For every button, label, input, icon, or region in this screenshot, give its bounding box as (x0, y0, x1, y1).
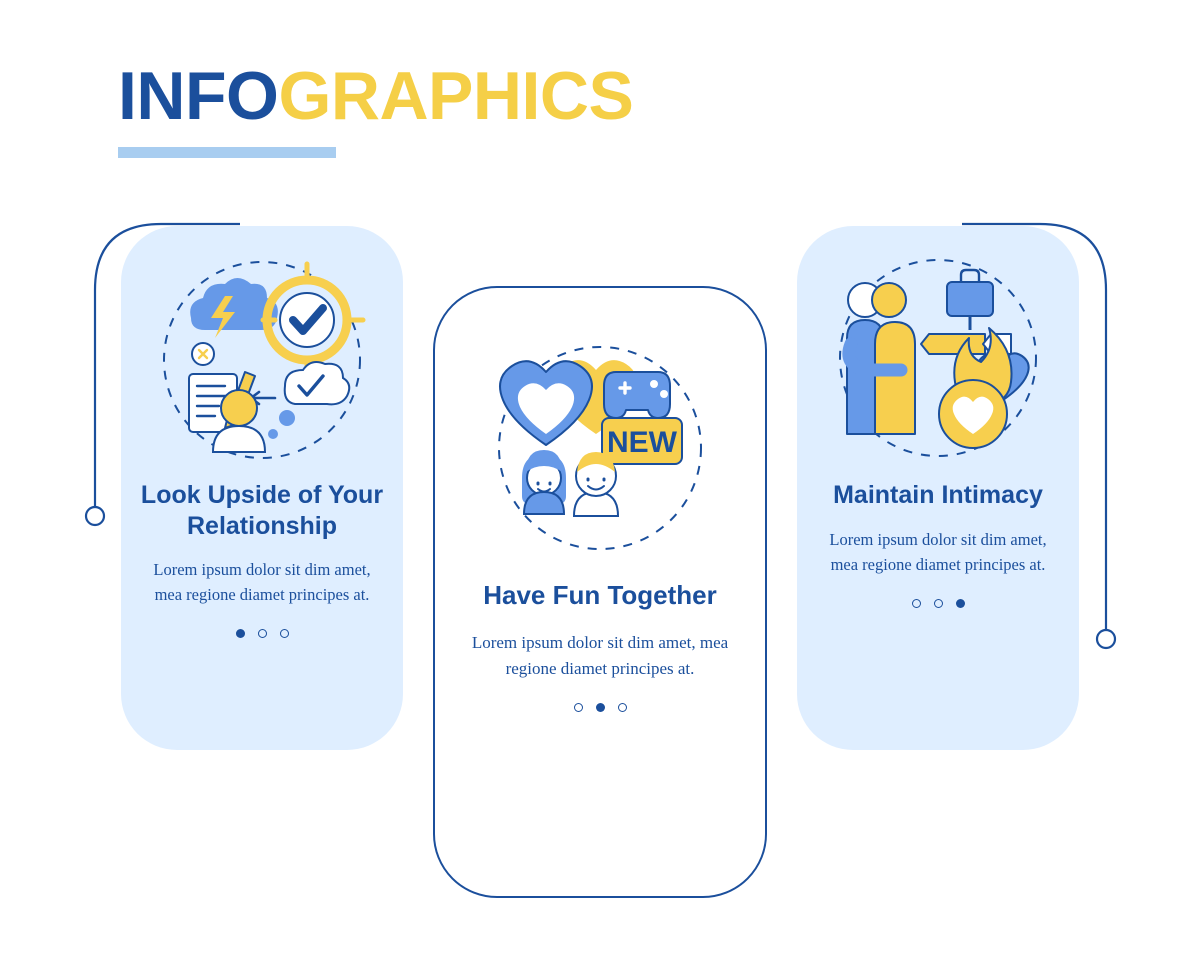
card-body: Lorem ipsum dolor sit dim amet, mea regi… (829, 529, 1047, 574)
page-title: INFOGRAPHICS (118, 62, 634, 130)
step-dot-2[interactable] (933, 598, 943, 608)
title-underline (118, 147, 336, 158)
connector-left-endpoint (84, 505, 106, 527)
step-dot-1[interactable] (911, 598, 921, 608)
connector-right-endpoint (1095, 628, 1117, 650)
step-dot-3[interactable] (617, 703, 627, 713)
info-card-1[interactable]: Look Upside of Your Relationship Lorem i… (121, 226, 403, 750)
step-dot-3[interactable] (955, 598, 965, 608)
title-part-graphics: GRAPHICS (278, 58, 634, 134)
fun-together-icon: NEW (478, 326, 722, 570)
title-part-info: INFO (118, 58, 279, 134)
card-heading: Maintain Intimacy (833, 481, 1043, 509)
step-dot-1[interactable] (235, 629, 245, 639)
relationship-reflection-icon (147, 248, 377, 478)
info-card-2[interactable]: NEW Have Fun Together Lorem ipsum dolor … (433, 286, 767, 898)
maintain-intimacy-icon (823, 248, 1053, 478)
info-card-3[interactable]: Maintain Intimacy Lorem ipsum dolor sit … (797, 226, 1079, 750)
svg-text:NEW: NEW (607, 426, 678, 459)
step-dot-3[interactable] (279, 629, 289, 639)
step-dot-2[interactable] (595, 703, 605, 713)
step-indicator[interactable] (235, 629, 289, 639)
step-dot-1[interactable] (573, 703, 583, 713)
step-indicator[interactable] (573, 703, 627, 713)
step-indicator[interactable] (911, 598, 965, 608)
step-dot-2[interactable] (257, 629, 267, 639)
card-heading: Have Fun Together (483, 580, 717, 610)
card-heading: Look Upside of Your Relationship (140, 481, 384, 540)
card-body: Lorem ipsum dolor sit dim amet, mea regi… (471, 632, 729, 678)
card-body: Lorem ipsum dolor sit dim amet, mea regi… (153, 560, 371, 605)
